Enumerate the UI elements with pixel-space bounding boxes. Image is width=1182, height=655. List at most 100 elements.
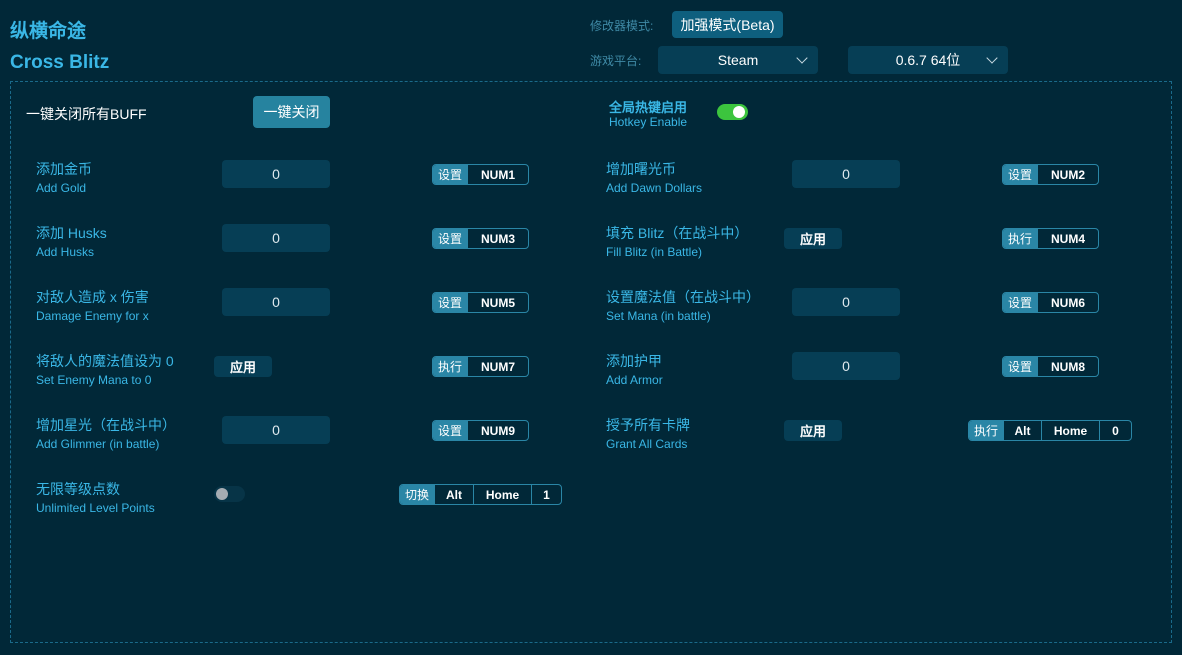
hotkey-action: 设置 [433,421,468,440]
feature-label-en: Add Armor [606,373,663,387]
feature-grant-all-cards: 授予所有卡牌 Grant All Cards [606,415,690,451]
toggle-knob [733,106,745,118]
version-value: 0.6.7 64位 [895,52,961,68]
feature-label-en: Damage Enemy for x [36,309,149,323]
toggle-knob [216,488,228,500]
feature-label-en: Add Glimmer (in battle) [36,437,160,451]
feature-label-cn: 无限等级点数 [36,481,120,497]
feature-label-en: Unlimited Level Points [36,501,155,515]
feature-set-mana: 设置魔法值（在战斗中） Set Mana (in battle) [606,287,760,323]
hotkey-key: NUM4 [1037,229,1098,248]
chevron-down-icon [986,52,998,64]
feature-label-en: Add Dawn Dollars [606,181,703,195]
hotkey-action: 设置 [433,165,468,184]
feature-label-cn: 将敌人的魔法值设为 0 [36,353,174,369]
hotkey-key: 1 [531,485,561,504]
hotkey-action: 切换 [400,485,435,504]
add-dawn-dollars-hotkey[interactable]: 设置 NUM2 [1002,164,1099,185]
mode-button[interactable]: 加强模式(Beta) [672,11,783,38]
feature-label-en: Set Enemy Mana to 0 [36,373,152,387]
hotkey-action: 执行 [433,357,468,376]
close-all-buff-label: 一键关闭所有BUFF [26,106,147,122]
hotkey-action: 设置 [433,229,468,248]
feature-label-en: Add Husks [36,245,95,259]
unlimited-level-points-hotkey[interactable]: 切换 Alt Home 1 [399,484,562,505]
mode-label: 修改器模式: [590,19,654,33]
set-mana-input[interactable]: 0 [792,288,900,316]
add-glimmer-input[interactable]: 0 [222,416,330,444]
hotkey-key: NUM8 [1037,357,1098,376]
add-gold-hotkey[interactable]: 设置 NUM1 [432,164,529,185]
hotkey-key: NUM1 [467,165,528,184]
hotkey-key: NUM9 [467,421,528,440]
add-armor-input[interactable]: 0 [792,352,900,380]
fill-blitz-apply-button[interactable]: 应用 [784,228,842,249]
hotkey-key: NUM5 [467,293,528,312]
platform-label: 游戏平台: [590,54,642,68]
app-title-en: Cross Blitz [10,52,110,73]
add-husks-hotkey[interactable]: 设置 NUM3 [432,228,529,249]
hotkey-key: Home [473,485,531,504]
platform-select[interactable]: Steam [658,46,818,74]
add-dawn-dollars-input[interactable]: 0 [792,160,900,188]
platform-value: Steam [717,52,759,68]
feature-label-cn: 增加曙光币 [606,161,676,177]
version-select[interactable]: 0.6.7 64位 [848,46,1008,74]
feature-label-cn: 添加金币 [36,161,92,177]
feature-label-cn: 添加 Husks [36,225,107,241]
add-gold-input[interactable]: 0 [222,160,330,188]
add-husks-input[interactable]: 0 [222,224,330,252]
feature-label-en: Add Gold [36,181,87,195]
feature-label-en: Grant All Cards [606,437,688,451]
feature-label-cn: 添加护甲 [606,353,662,369]
hotkey-action: 设置 [433,293,468,312]
close-all-buff-button[interactable]: 一键关闭 [253,96,330,128]
hotkey-action: 执行 [969,421,1004,440]
hotkey-enable-toggle[interactable] [717,104,748,120]
hotkey-enable-label-cn: 全局热键启用 [609,100,688,115]
feature-label-cn: 填充 Blitz（在战斗中） [606,225,749,241]
feature-label-en: Fill Blitz (in Battle) [606,245,703,259]
hotkey-key: NUM7 [467,357,528,376]
damage-enemy-hotkey[interactable]: 设置 NUM5 [432,292,529,313]
feature-add-dawn-dollars: 增加曙光币 Add Dawn Dollars [606,159,702,195]
set-mana-hotkey[interactable]: 设置 NUM6 [1002,292,1099,313]
hotkey-key: Home [1041,421,1099,440]
hotkey-key: 0 [1099,421,1131,440]
hotkey-action: 设置 [1003,357,1038,376]
feature-label-en: Set Mana (in battle) [606,309,711,323]
grant-all-cards-hotkey[interactable]: 执行 Alt Home 0 [968,420,1132,441]
hotkey-key: NUM6 [1037,293,1098,312]
app-title-cn: 纵横命途 [10,21,87,42]
hotkey-action: 设置 [1003,165,1038,184]
feature-label-cn: 授予所有卡牌 [606,417,690,433]
hotkey-key: Alt [434,485,473,504]
hotkey-key: Alt [1003,421,1041,440]
feature-label-cn: 对敌人造成 x 伤害 [36,289,149,305]
fill-blitz-hotkey[interactable]: 执行 NUM4 [1002,228,1099,249]
set-enemy-mana-hotkey[interactable]: 执行 NUM7 [432,356,529,377]
feature-damage-enemy: 对敌人造成 x 伤害 Damage Enemy for x [36,287,149,323]
hotkey-action: 执行 [1003,229,1038,248]
feature-add-armor: 添加护甲 Add Armor [606,351,663,387]
damage-enemy-input[interactable]: 0 [222,288,330,316]
add-glimmer-hotkey[interactable]: 设置 NUM9 [432,420,529,441]
feature-add-glimmer: 增加星光（在战斗中） Add Glimmer (in battle) [36,415,176,451]
feature-label-cn: 增加星光（在战斗中） [36,417,176,433]
hotkey-action: 设置 [1003,293,1038,312]
unlimited-level-points-toggle[interactable] [214,486,245,502]
feature-unlimited-level-points: 无限等级点数 Unlimited Level Points [36,479,155,515]
feature-label-cn: 设置魔法值（在战斗中） [606,289,760,305]
hotkey-enable-label-en: Hotkey Enable [609,115,688,129]
features-panel [10,81,1172,643]
chevron-down-icon [796,52,808,64]
set-enemy-mana-apply-button[interactable]: 应用 [214,356,272,377]
feature-add-husks: 添加 Husks Add Husks [36,223,107,259]
feature-fill-blitz: 填充 Blitz（在战斗中） Fill Blitz (in Battle) [606,223,748,259]
hotkey-key: NUM2 [1037,165,1098,184]
grant-all-cards-apply-button[interactable]: 应用 [784,420,842,441]
hotkey-key: NUM3 [467,229,528,248]
feature-set-enemy-mana-zero: 将敌人的魔法值设为 0 Set Enemy Mana to 0 [36,351,174,387]
add-armor-hotkey[interactable]: 设置 NUM8 [1002,356,1099,377]
feature-add-gold: 添加金币 Add Gold [36,159,92,195]
